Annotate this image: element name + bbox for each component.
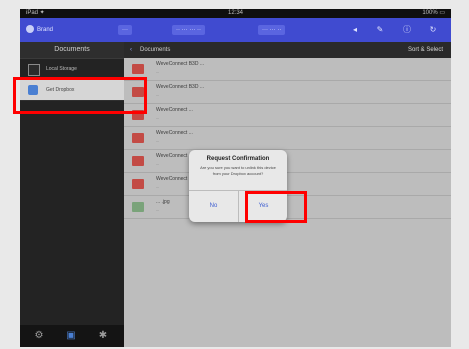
pdf-file-icon <box>132 179 144 189</box>
brand-label: Brand <box>37 27 54 33</box>
sidebar-header: Documents <box>20 42 124 59</box>
file-name: WeveConnect ... <box>156 176 193 182</box>
dialog-message: Are you sure you want to unlink this dev… <box>200 165 276 176</box>
clock: 12:34 <box>227 10 243 16</box>
file-meta: ... <box>156 207 160 212</box>
toolbar-segment-1[interactable]: ··· <box>118 25 132 35</box>
toolbar-segment-3[interactable]: ··· ··· ·· <box>258 25 286 35</box>
pdf-file-icon <box>132 156 144 166</box>
file-name: ... .jpg <box>156 199 170 205</box>
sidebar-item-label: Local Storage <box>46 66 77 72</box>
pencil-icon[interactable]: ✎ <box>375 25 385 35</box>
file-name: WeveConnect B3D ... <box>156 61 204 67</box>
gear-icon[interactable]: ✱ <box>96 329 110 343</box>
file-list-header: ‹ Documents Sort & Select <box>124 42 451 58</box>
pdf-file-icon <box>132 133 144 143</box>
toolbar-segment-2[interactable]: ·· ··· ··· ·· <box>172 25 205 35</box>
status-bar: iPad ✦ 12:34 100% ▭ <box>20 9 451 18</box>
brand-logo[interactable]: Brand <box>26 23 53 37</box>
image-file-icon <box>132 202 144 212</box>
file-meta: ... <box>156 161 160 166</box>
folder-icon[interactable]: ▣ <box>64 329 78 343</box>
highlight-dropbox-item <box>13 77 147 114</box>
file-meta: ... <box>156 184 160 189</box>
list-item[interactable]: WeveConnect B3D ... ... <box>124 81 451 104</box>
top-toolbar: Brand ··· ·· ··· ··· ·· ··· ··· ·· ◂ ✎ ⓘ… <box>20 18 451 42</box>
file-meta: ... <box>156 92 160 97</box>
list-item[interactable]: WeveConnect ... ... <box>124 127 451 150</box>
no-button[interactable]: No <box>189 191 238 222</box>
list-item[interactable]: WeveConnect B3D ... ... <box>124 58 451 81</box>
list-item[interactable]: WeveConnect ... ... <box>124 104 451 127</box>
list-item[interactable]: WeveConnect ... ... <box>124 150 451 173</box>
file-name: WeveConnect ... <box>156 107 193 113</box>
settings-icon[interactable]: ⚙ <box>32 329 46 343</box>
highlight-yes-button <box>245 191 307 223</box>
sort-select-button[interactable]: Sort & Select <box>408 42 443 58</box>
battery-indicator: 100% ▭ <box>422 10 445 16</box>
file-meta: ... <box>156 115 160 120</box>
file-name: WeveConnect B3D ... <box>156 84 204 90</box>
refresh-icon[interactable]: ↻ <box>428 25 438 35</box>
info-icon[interactable]: ⓘ <box>402 25 412 35</box>
sidebar-bottom-bar: ⚙ ▣ ✱ <box>20 325 124 347</box>
file-meta: ... <box>156 138 160 143</box>
dialog-title: Request Confirmation <box>206 156 270 162</box>
back-arrow-icon[interactable]: ◂ <box>350 25 360 35</box>
file-meta: ... <box>156 69 160 74</box>
file-name: WeveConnect ... <box>156 130 193 136</box>
storage-icon <box>28 64 40 76</box>
back-button[interactable]: ‹ <box>130 42 132 58</box>
file-name: WeveConnect ... <box>156 153 193 159</box>
breadcrumb: Documents <box>140 47 171 53</box>
pdf-file-icon <box>132 64 144 74</box>
brand-icon <box>26 25 34 34</box>
